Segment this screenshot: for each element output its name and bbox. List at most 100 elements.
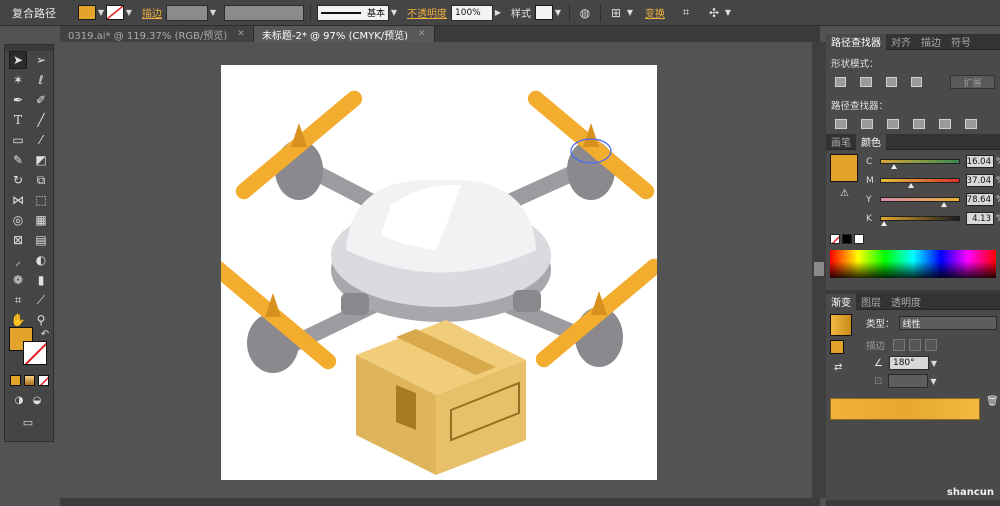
stroke-swatch[interactable] [106,5,124,20]
variable-width-field[interactable] [224,4,304,21]
brush-style-field[interactable]: 基本 [317,4,389,21]
chevron-down-icon[interactable]: ▼ [553,8,563,17]
exclude-icon[interactable] [910,77,923,87]
stroke-weight-field[interactable] [166,4,208,21]
style-swatch[interactable] [535,5,553,20]
cyan-slider[interactable] [880,159,960,169]
close-icon[interactable]: ✕ [237,29,245,39]
color-mode-button[interactable] [10,375,21,386]
yellow-value[interactable]: 78.64 [966,193,994,206]
tab-brushes[interactable]: 画笔 [826,134,856,150]
stroke-option-icon[interactable] [925,339,938,351]
drone-illustration[interactable] [209,65,663,480]
chevron-down-icon[interactable]: ▼ [929,359,939,368]
free-transform-tool-icon[interactable]: ⬚ [32,191,50,209]
close-icon[interactable]: ✕ [418,29,426,39]
reverse-gradient-icon[interactable]: ⇄ [834,362,842,373]
rectangle-tool-icon[interactable]: ▭ [9,131,27,149]
width-tool-icon[interactable]: ⋈ [9,191,27,209]
chevron-down-icon[interactable]: ▼ [625,8,635,17]
yellow-slider[interactable] [880,197,960,207]
merge-icon[interactable] [887,119,899,129]
black-swatch[interactable] [842,234,852,244]
vertical-scrollbar[interactable] [812,42,826,498]
scrollbar-thumb[interactable] [814,262,824,276]
selection-tool-icon[interactable]: ➤ [9,51,27,69]
artboard-tool-icon[interactable]: ⌗ [9,291,27,309]
tab-stroke[interactable]: 描边 [916,34,946,50]
angle-field[interactable]: 180° [888,356,929,370]
magenta-slider[interactable] [880,178,960,188]
blend-tool-icon[interactable]: ◐ [32,251,50,269]
isolate-icon[interactable]: ⌗ [677,4,695,22]
fill-swatch[interactable] [78,5,96,20]
tab-layers[interactable]: 图层 [856,294,886,310]
draw-behind-icon[interactable]: ◒ [28,391,46,409]
unite-icon[interactable] [835,77,847,87]
chevron-down-icon[interactable]: ▼ [96,8,106,17]
color-fill-swatch[interactable] [830,154,858,182]
rotate-tool-icon[interactable]: ↻ [9,171,27,189]
gradient-mode-button[interactable] [24,375,35,386]
tab-transparency[interactable]: 透明度 [886,294,926,310]
tab-document-1[interactable]: 0319.ai* @ 119.37% (RGB/预览) ✕ [60,26,254,42]
recolor-artwork-icon[interactable]: ◍ [576,4,594,22]
magic-wand-tool-icon[interactable]: ✶ [9,71,27,89]
column-graph-tool-icon[interactable]: ▮ [32,271,50,289]
black-slider[interactable] [880,216,960,226]
tab-pathfinder[interactable]: 路径查找器 [826,33,886,50]
opacity-label[interactable]: 不透明度 [407,5,447,20]
chevron-down-icon[interactable]: ▼ [723,8,733,17]
aspect-ratio-field[interactable] [888,374,929,388]
gradient-tool-icon[interactable]: ▤ [32,231,50,249]
gradient-preview[interactable] [830,314,852,336]
type-tool-icon[interactable]: T [9,111,27,129]
align-grid-icon[interactable]: ⊞ [607,4,625,22]
stroke-swatch-large[interactable] [23,341,47,365]
crop-icon[interactable] [913,119,925,129]
intersect-icon[interactable] [885,77,897,87]
expand-button[interactable]: 扩展 [950,75,995,89]
chevron-right-icon[interactable]: ▶ [493,8,503,17]
paintbrush-tool-icon[interactable]: ⁄ [32,131,50,149]
chevron-down-icon[interactable]: ▼ [124,8,134,17]
minus-front-icon[interactable] [860,77,872,87]
lasso-tool-icon[interactable]: ℓ [32,71,50,89]
none-swatch[interactable] [830,234,840,244]
opacity-field[interactable]: 100% [451,4,493,21]
minus-back-icon[interactable] [965,119,977,129]
slider-knob[interactable] [881,221,887,226]
trim-icon[interactable] [861,119,873,129]
delete-stop-icon[interactable]: 🗑 [986,396,999,407]
gradient-type-select[interactable]: 线性 [898,316,997,330]
tab-document-2[interactable]: 未标题-2* @ 97% (CMYK/预览) ✕ [253,26,435,42]
eraser-tool-icon[interactable]: ◩ [32,151,50,169]
stroke-option-icon[interactable] [909,339,922,351]
white-swatch[interactable] [854,234,864,244]
symbol-sprayer-tool-icon[interactable]: ❁ [9,271,27,289]
artboard[interactable] [209,65,663,480]
slider-knob[interactable] [891,164,897,169]
swap-fill-stroke-icon[interactable]: ↶ [36,325,54,343]
color-spectrum[interactable] [830,250,996,278]
stroke-option-icon[interactable] [893,339,906,351]
pin-icon[interactable]: ✣ [705,4,723,22]
cyan-value[interactable]: 16.04 [966,155,994,168]
tab-gradient[interactable]: 渐变 [826,293,856,310]
outline-icon[interactable] [939,119,951,129]
slice-tool-icon[interactable]: ⟋ [32,291,50,309]
pencil-tool-icon[interactable]: ✎ [9,151,27,169]
curvature-tool-icon[interactable]: ✐ [32,91,50,109]
line-tool-icon[interactable]: ╱ [32,111,50,129]
screen-mode-icon[interactable]: ▭ [19,413,37,431]
chevron-down-icon[interactable]: ▼ [389,8,399,17]
gradient-fill-stroke[interactable] [830,340,844,354]
mesh-tool-icon[interactable]: ⊠ [9,231,27,249]
perspective-tool-icon[interactable]: ▦ [32,211,50,229]
scale-tool-icon[interactable]: ⧉ [32,171,50,189]
transform-link[interactable]: 变换 [645,5,665,20]
none-mode-button[interactable] [38,375,49,386]
magenta-value[interactable]: 37.04 [966,174,994,187]
draw-mode-icon[interactable]: ◑ [10,391,28,409]
slider-knob[interactable] [941,202,947,207]
